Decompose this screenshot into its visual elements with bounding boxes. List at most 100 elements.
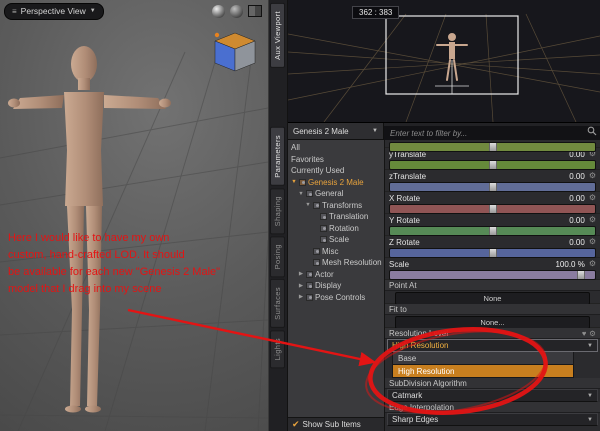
slider-handle[interactable]: [488, 205, 497, 213]
param-select-catmark[interactable]: Catmark ▼: [387, 389, 598, 402]
show-sub-items-label: Show Sub Items: [302, 420, 361, 429]
expand-caret-icon[interactable]: ▼: [305, 202, 311, 208]
view-selector-label: Perspective View: [20, 6, 86, 16]
side-tab-lights[interactable]: Lights: [270, 330, 285, 369]
nav-item-rotation[interactable]: Rotation: [288, 223, 384, 235]
chevron-down-icon: ▼: [587, 342, 593, 349]
nav-item-pose-controls[interactable]: ▶ Pose Controls: [288, 292, 384, 304]
drawstyle-sphere-icon[interactable]: [230, 4, 243, 18]
group-icon: [313, 247, 320, 255]
split-pane-icon[interactable]: [248, 5, 262, 17]
group-icon: [320, 224, 327, 232]
gear-icon[interactable]: ⚙: [589, 238, 596, 246]
nav-item-all[interactable]: All: [288, 142, 384, 154]
param-slider-x-rotate[interactable]: X Rotate 0.00 ⚙: [385, 192, 600, 214]
param-group-label-point-at: Point At: [385, 280, 600, 291]
side-tab-strip: Aux Viewport Parameters Shaping Posing Surf…: [268, 0, 288, 431]
nav-item-favorites[interactable]: Favorites: [288, 154, 384, 166]
dropdown-option-high-resolution[interactable]: High Resolution: [392, 365, 574, 378]
main-viewport[interactable]: ≡ Perspective View ▼ Here I would like t…: [0, 0, 268, 431]
daz-studio-window: ≡ Perspective View ▼ Here I would like t…: [0, 0, 600, 431]
param-slider-ztranslate[interactable]: zTranslate 0.00 ⚙: [385, 170, 600, 192]
group-icon: [306, 190, 313, 198]
slider-handle[interactable]: [488, 249, 497, 257]
search-icon[interactable]: [587, 126, 597, 136]
param-button-row: None: [385, 291, 600, 305]
slider-track[interactable]: [389, 204, 596, 214]
nav-item-actor[interactable]: ▶ Actor: [288, 269, 384, 281]
view-cube-gizmo[interactable]: [212, 30, 258, 74]
annotation-line: Here I would like to have my own: [8, 232, 170, 244]
nav-item-transforms[interactable]: ▼ Transforms: [288, 200, 384, 212]
annotation-text: Here I would like to have my own custom,…: [8, 230, 220, 298]
nav-item-currently-used[interactable]: Currently Used: [288, 165, 384, 177]
param-select-sharp-edges[interactable]: Sharp Edges ▼: [387, 413, 598, 426]
slider-track[interactable]: [389, 160, 596, 170]
show-sub-items[interactable]: ✔ Show Sub Items: [288, 417, 384, 431]
slider-track[interactable]: [389, 142, 596, 152]
view-selector[interactable]: ≡ Perspective View ▼: [4, 2, 104, 20]
nav-item-general[interactable]: ▼ General: [288, 188, 384, 200]
slider-handle[interactable]: [488, 143, 497, 151]
scope-dropdown[interactable]: Genesis 2 Male ▼: [288, 123, 384, 139]
dropdown-option-base[interactable]: Base: [392, 352, 574, 365]
expand-caret-icon[interactable]: ▼: [291, 179, 297, 185]
group-icon: [320, 236, 327, 244]
nav-item-translation[interactable]: Translation: [288, 211, 384, 223]
expand-caret-icon[interactable]: ▼: [298, 191, 304, 197]
checkbox-checked-icon[interactable]: ✔: [292, 420, 300, 429]
param-slider-scale[interactable]: Scale 100.0 % ⚙: [385, 258, 600, 280]
annotation-line: model that I drag into my scene: [8, 283, 162, 295]
collapse-caret-icon[interactable]: ▶: [298, 294, 304, 300]
slider-handle[interactable]: [576, 271, 585, 279]
param-slider-item[interactable]: ⚙: [385, 140, 600, 152]
param-slider-z-rotate[interactable]: Z Rotate 0.00 ⚙: [385, 236, 600, 258]
param-slider-y-rotate[interactable]: Y Rotate 0.00 ⚙: [385, 214, 600, 236]
group-icon: [306, 282, 313, 290]
gear-icon[interactable]: ⚙: [589, 329, 596, 338]
gear-icon[interactable]: ⚙: [589, 194, 596, 202]
side-tab-aux-viewport[interactable]: Aux Viewport: [270, 3, 285, 68]
param-select-high-resolution[interactable]: High Resolution ▼: [387, 339, 598, 352]
annotation-line: custom, hand-crafted LOD. It should: [8, 249, 185, 261]
side-tab-posing[interactable]: Posing: [270, 236, 285, 278]
scope-label: Genesis 2 Male: [293, 126, 349, 136]
nav-item-misc[interactable]: Misc: [288, 246, 384, 258]
side-tab-group-bottom: Parameters Shaping Posing Surfaces Lights: [270, 127, 285, 369]
slider-track[interactable]: [389, 248, 596, 258]
side-tab-group-top: Aux Viewport: [270, 3, 285, 68]
slider-handle[interactable]: [488, 227, 497, 235]
param-rows: ⚙yTranslate0.00⚙zTranslate0.00⚙X Rotate0…: [385, 140, 600, 431]
param-nav-list: All Favorites Currently Used ▼ Genesis 2 Mal…: [288, 140, 384, 303]
side-tab-surfaces[interactable]: Surfaces: [270, 279, 285, 329]
slider-track[interactable]: [389, 226, 596, 236]
param-group-label-fit-to: Fit to: [385, 304, 600, 315]
nav-item-scale[interactable]: Scale: [288, 234, 384, 246]
chevron-down-icon: ▼: [89, 8, 96, 14]
crosshair: [435, 60, 469, 94]
aux-viewport[interactable]: 362 : 383: [288, 0, 600, 123]
nav-item-display[interactable]: ▶ Display: [288, 280, 384, 292]
chevron-down-icon: ▼: [587, 416, 593, 423]
chevron-down-icon: ▼: [372, 128, 378, 134]
gear-icon[interactable]: ⚙: [589, 216, 596, 224]
slider-handle[interactable]: [488, 183, 497, 191]
slider-track[interactable]: [389, 182, 596, 192]
gear-icon[interactable]: ⚙: [589, 172, 596, 180]
favorite-icon[interactable]: ♥: [582, 329, 586, 338]
side-tab-parameters[interactable]: Parameters: [270, 127, 285, 186]
group-icon: [320, 213, 327, 221]
shaded-sphere-icon[interactable]: [212, 4, 225, 18]
slider-track[interactable]: [389, 270, 596, 280]
collapse-caret-icon[interactable]: ▶: [298, 271, 304, 277]
gear-icon[interactable]: ⚙: [589, 260, 596, 268]
slider-handle[interactable]: [488, 161, 497, 169]
menu-icon[interactable]: ≡: [12, 7, 17, 16]
param-group-label-edge-interpolation: Edge Interpolation: [385, 402, 600, 413]
side-tab-shaping[interactable]: Shaping: [270, 187, 285, 235]
nav-item-genesis-2-male[interactable]: ▼ Genesis 2 Male: [288, 177, 384, 189]
annotation-line: be available for each new "Genesis 2 Mal…: [8, 266, 221, 278]
collapse-caret-icon[interactable]: ▶: [298, 283, 304, 289]
figure-icon: [299, 178, 306, 186]
nav-item-mesh-resolution[interactable]: Mesh Resolution: [288, 257, 384, 269]
